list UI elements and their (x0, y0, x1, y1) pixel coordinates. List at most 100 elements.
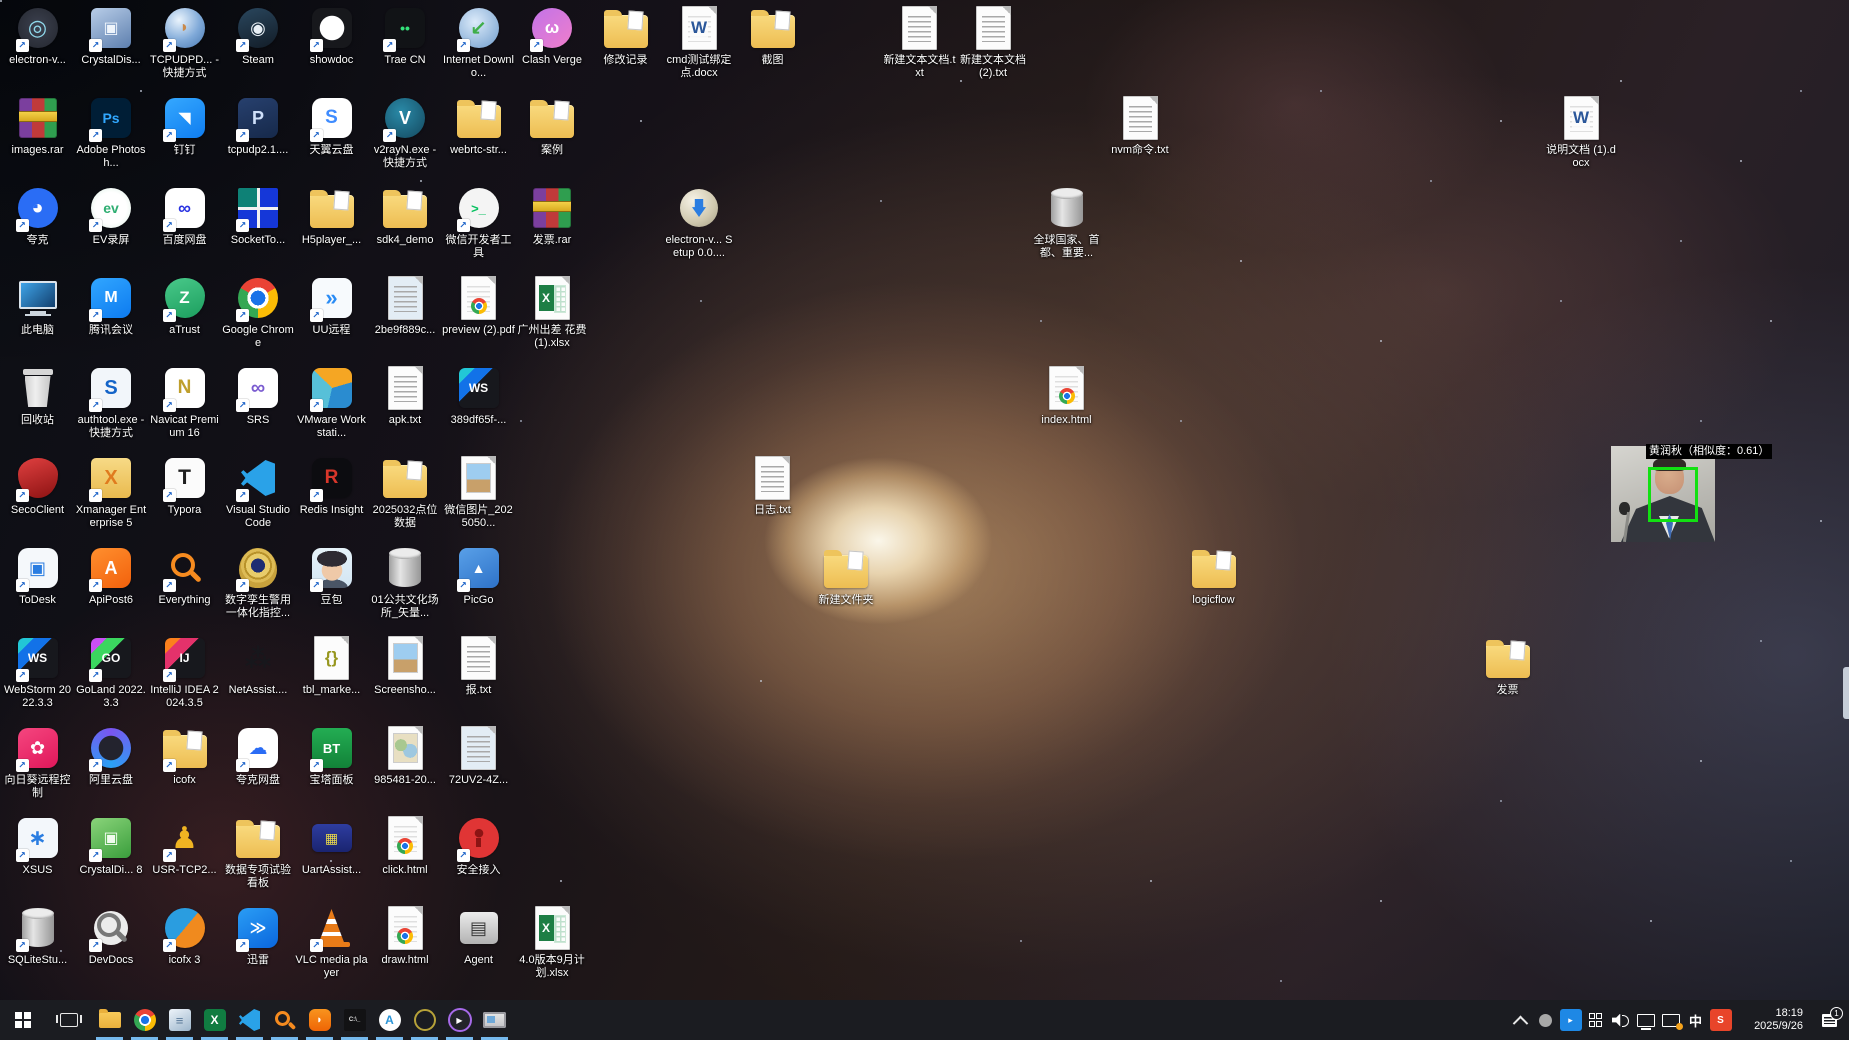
face-recognition-overlay[interactable]: 黄润秋（相似度：0.61） (1611, 444, 1773, 542)
tray-ime-chinese[interactable]: 中 (1683, 1000, 1708, 1040)
taskbar-app-appium[interactable]: A (372, 1000, 407, 1040)
tray-cast[interactable] (1658, 1000, 1683, 1040)
desktop-icon-webstorm[interactable]: WS ↗ WebStorm 2022.3.3 (1, 635, 74, 710)
desktop-icon-tianyi-cloud[interactable]: S ↗ 天翼云盘 (295, 95, 368, 157)
desktop-icon-agent-tool[interactable]: ▤ Agent (442, 905, 515, 967)
screen-edge-handle[interactable] (1843, 667, 1849, 719)
desktop-icon-bao-txt[interactable]: 报.txt (442, 635, 515, 697)
desktop-icon-aliyundrive[interactable]: ↗ 阿里云盘 (75, 725, 148, 787)
taskbar-app-foxmail[interactable]: ◗ (302, 1000, 337, 1040)
desktop-icon-atrust[interactable]: Z ↗ aTrust (148, 275, 221, 337)
desktop-icon-global-countries-db[interactable]: 全球国家、首都、重要... (1030, 185, 1103, 260)
desktop-icon-webrtc-folder[interactable]: webrtc-str... (442, 95, 515, 157)
desktop-icon-intellij-idea[interactable]: IJ ↗ IntelliJ IDEA 2024.3.5 (148, 635, 221, 710)
desktop-icon-ev-recorder[interactable]: ev ↗ EV录屏 (75, 185, 148, 247)
tray-tray-ime-mode[interactable] (1583, 1000, 1608, 1040)
desktop-icon-sockettool[interactable]: ↗ SocketTo... (222, 185, 295, 247)
desktop-icon-netassist[interactable]: ⁂ NetAssist.... (222, 635, 295, 697)
taskbar-app-file-explorer[interactable] (92, 1000, 127, 1040)
desktop-icon-images-rar[interactable]: images.rar (1, 95, 74, 157)
desktop-icon-uu-remote[interactable]: » ↗ UU远程 (295, 275, 368, 337)
desktop-icon-crystaldiskinfo8[interactable]: ▣ ↗ CrystalDi... 8 (75, 815, 148, 877)
desktop-icon-tbl-marke-json[interactable]: {} tbl_marke... (295, 635, 368, 697)
desktop-icon-new-folder[interactable]: 新建文件夹 (810, 545, 883, 607)
taskbar-app-vscode[interactable] (232, 1000, 267, 1040)
desktop-icon-icofx3[interactable]: ↗ icofx 3 (148, 905, 221, 967)
desktop-icon-tcpudp-debug-shortcut[interactable]: ◗ ↗ TCPUDPD... - 快捷方式 (148, 5, 221, 80)
desktop-icon-this-pc[interactable]: 此电脑 (1, 275, 74, 337)
taskbar-app-excel[interactable]: X (197, 1000, 232, 1040)
desktop-icon-plan-xlsx[interactable]: X 4.0版本9月计划.xlsx (516, 905, 589, 980)
desktop-icon-trae-cn[interactable]: •• ↗ Trae CN (369, 5, 442, 67)
desktop-icon-draw-html[interactable]: draw.html (369, 905, 442, 967)
desktop-icon-logicflow-folder[interactable]: logicflow (1177, 545, 1250, 607)
desktop-icon-redis-insight[interactable]: R ↗ Redis Insight (295, 455, 368, 517)
task-view-button[interactable] (46, 1000, 92, 1040)
desktop-icon-sdk4-demo-folder[interactable]: sdk4_demo (369, 185, 442, 247)
start-button[interactable] (0, 1000, 46, 1040)
taskbar-clock[interactable]: 18:19 2025/9/26 (1733, 1007, 1811, 1033)
taskbar-app-cmd[interactable]: C:\_ (337, 1000, 372, 1040)
desktop-icon-invoice-rar[interactable]: 发票.rar (516, 185, 589, 247)
desktop-icon-uartassist[interactable]: ▦ UartAssist... (295, 815, 368, 877)
desktop-icon-sunlogin[interactable]: ✿ ↗ 向日葵远程控制 (1, 725, 74, 800)
desktop-icon-typora[interactable]: T ↗ Typora (148, 455, 221, 517)
desktop-icon-data-test-board-folder[interactable]: 数据专项试验看板 (222, 815, 295, 890)
desktop-icon-crystaldiskinfo[interactable]: ▣ ↗ CrystalDis... (75, 5, 148, 67)
desktop-icon-guangzhou-xlsx[interactable]: X 广州出差 花费(1).xlsx (516, 275, 589, 350)
desktop-icon-adobe-photoshop[interactable]: Ps ↗ Adobe Photosh... (75, 95, 148, 170)
desktop-icon-bt-panel[interactable]: BT ↗ 宝塔面板 (295, 725, 368, 787)
desktop-icon-picgo[interactable]: ▲ ↗ PicGo (442, 545, 515, 607)
desktop-icon-culture-db[interactable]: 01公共文化场所_矢量... (369, 545, 442, 620)
desktop-icon-preview-pdf[interactable]: preview (2).pdf (442, 275, 515, 337)
desktop-icon-apk-txt[interactable]: apk.txt (369, 365, 442, 427)
desktop-icon-showdoc[interactable]: ↗ showdoc (295, 5, 368, 67)
desktop-icon-invoice-folder[interactable]: 发票 (1471, 635, 1544, 697)
desktop-icon-todesk[interactable]: ▣ ↗ ToDesk (1, 545, 74, 607)
desktop-icon-clash-verge[interactable]: ω ↗ Clash Verge (516, 5, 589, 67)
desktop-icon-quark-netdisk[interactable]: ☁ ↗ 夸克网盘 (222, 725, 295, 787)
desktop-icon-icofx-folder[interactable]: ↗ icofx (148, 725, 221, 787)
desktop-icon-everything-search[interactable]: ↗ Everything (148, 545, 221, 607)
tray-tray-dingtalk[interactable]: ▸ (1558, 1000, 1583, 1040)
desktop-icon-secoclient[interactable]: ↗ SecoClient (1, 455, 74, 517)
desktop-icon-xunlei[interactable]: ≫ ↗ 迅雷 (222, 905, 295, 967)
desktop-icon-quark-browser[interactable]: ◕ ↗ 夸克 (1, 185, 74, 247)
desktop-icon-readme-docx[interactable]: W 说明文档 (1).docx (1545, 95, 1618, 170)
desktop-icon-click-html[interactable]: click.html (369, 815, 442, 877)
taskbar-app-everything-search[interactable] (267, 1000, 302, 1040)
desktop-icon-devdocs[interactable]: ↗ DevDocs (75, 905, 148, 967)
desktop-icon-vmware[interactable]: ↗ VMware Workstati... (295, 365, 368, 440)
taskbar-app-screen-capture-tool[interactable] (477, 1000, 512, 1040)
taskbar-app-navicat[interactable] (407, 1000, 442, 1040)
desktop-icon-h5player-folder[interactable]: H5player_... (295, 185, 368, 247)
desktop-icon-note-2be9f889[interactable]: 2be9f889c... (369, 275, 442, 337)
desktop-icon-vlc[interactable]: ↗ VLC media player (295, 905, 368, 980)
desktop-icon-map-985481[interactable]: 985481-20... (369, 725, 442, 787)
desktop-icon-note-72uv2[interactable]: 72UV2-4Z... (442, 725, 515, 787)
desktop-icon-v2rayn[interactable]: V ↗ v2rayN.exe - 快捷方式 (369, 95, 442, 170)
action-center-button[interactable]: 1 (1811, 1006, 1847, 1027)
desktop-icon-idm[interactable]: ↙ ↗ Internet Downlo... (442, 5, 515, 80)
desktop-icon-vscode[interactable]: ↗ Visual Studio Code (222, 455, 295, 530)
desktop-icon-electron-shortcut[interactable]: ◎ ↗ electron-v... (1, 5, 74, 67)
desktop-icon-index-html[interactable]: index.html (1030, 365, 1103, 427)
desktop-icon-apipost[interactable]: A ↗ ApiPost6 (75, 545, 148, 607)
taskbar-app-notepad[interactable]: ≡ (162, 1000, 197, 1040)
desktop-icon-electron-setup[interactable]: electron-v... Setup 0.0.... (663, 185, 736, 260)
tray-sogou-input[interactable]: S (1708, 1000, 1733, 1040)
desktop-icon-goland[interactable]: GO ↗ GoLand 2022.3.3 (75, 635, 148, 710)
tray-tray-app-grey[interactable] (1533, 1000, 1558, 1040)
desktop-icon-screenshot-file[interactable]: Screensho... (369, 635, 442, 697)
tray-network[interactable] (1633, 1000, 1658, 1040)
desktop-icon-tcpudp-tool[interactable]: P ↗ tcpudp2.1.... (222, 95, 295, 157)
desktop-icon-modify-record-folder[interactable]: 修改记录 (589, 5, 662, 67)
desktop-icon-point-data-folder[interactable]: 2025032点位数据 (369, 455, 442, 530)
taskbar-app-chrome[interactable] (127, 1000, 162, 1040)
desktop-icon-secure-access[interactable]: ↗ 安全接入 (442, 815, 515, 877)
desktop-icon-log-txt[interactable]: 日志.txt (736, 455, 809, 517)
desktop-icon-google-chrome[interactable]: ↗ Google Chrome (222, 275, 295, 350)
desktop-icon-wechat-image[interactable]: 微信图片_2025050... (442, 455, 515, 530)
desktop-icon-xmanager[interactable]: X ↗ Xmanager Enterprise 5 (75, 455, 148, 530)
desktop-icon-new-text-doc-2[interactable]: 新建文本文档 (2).txt (957, 5, 1030, 80)
